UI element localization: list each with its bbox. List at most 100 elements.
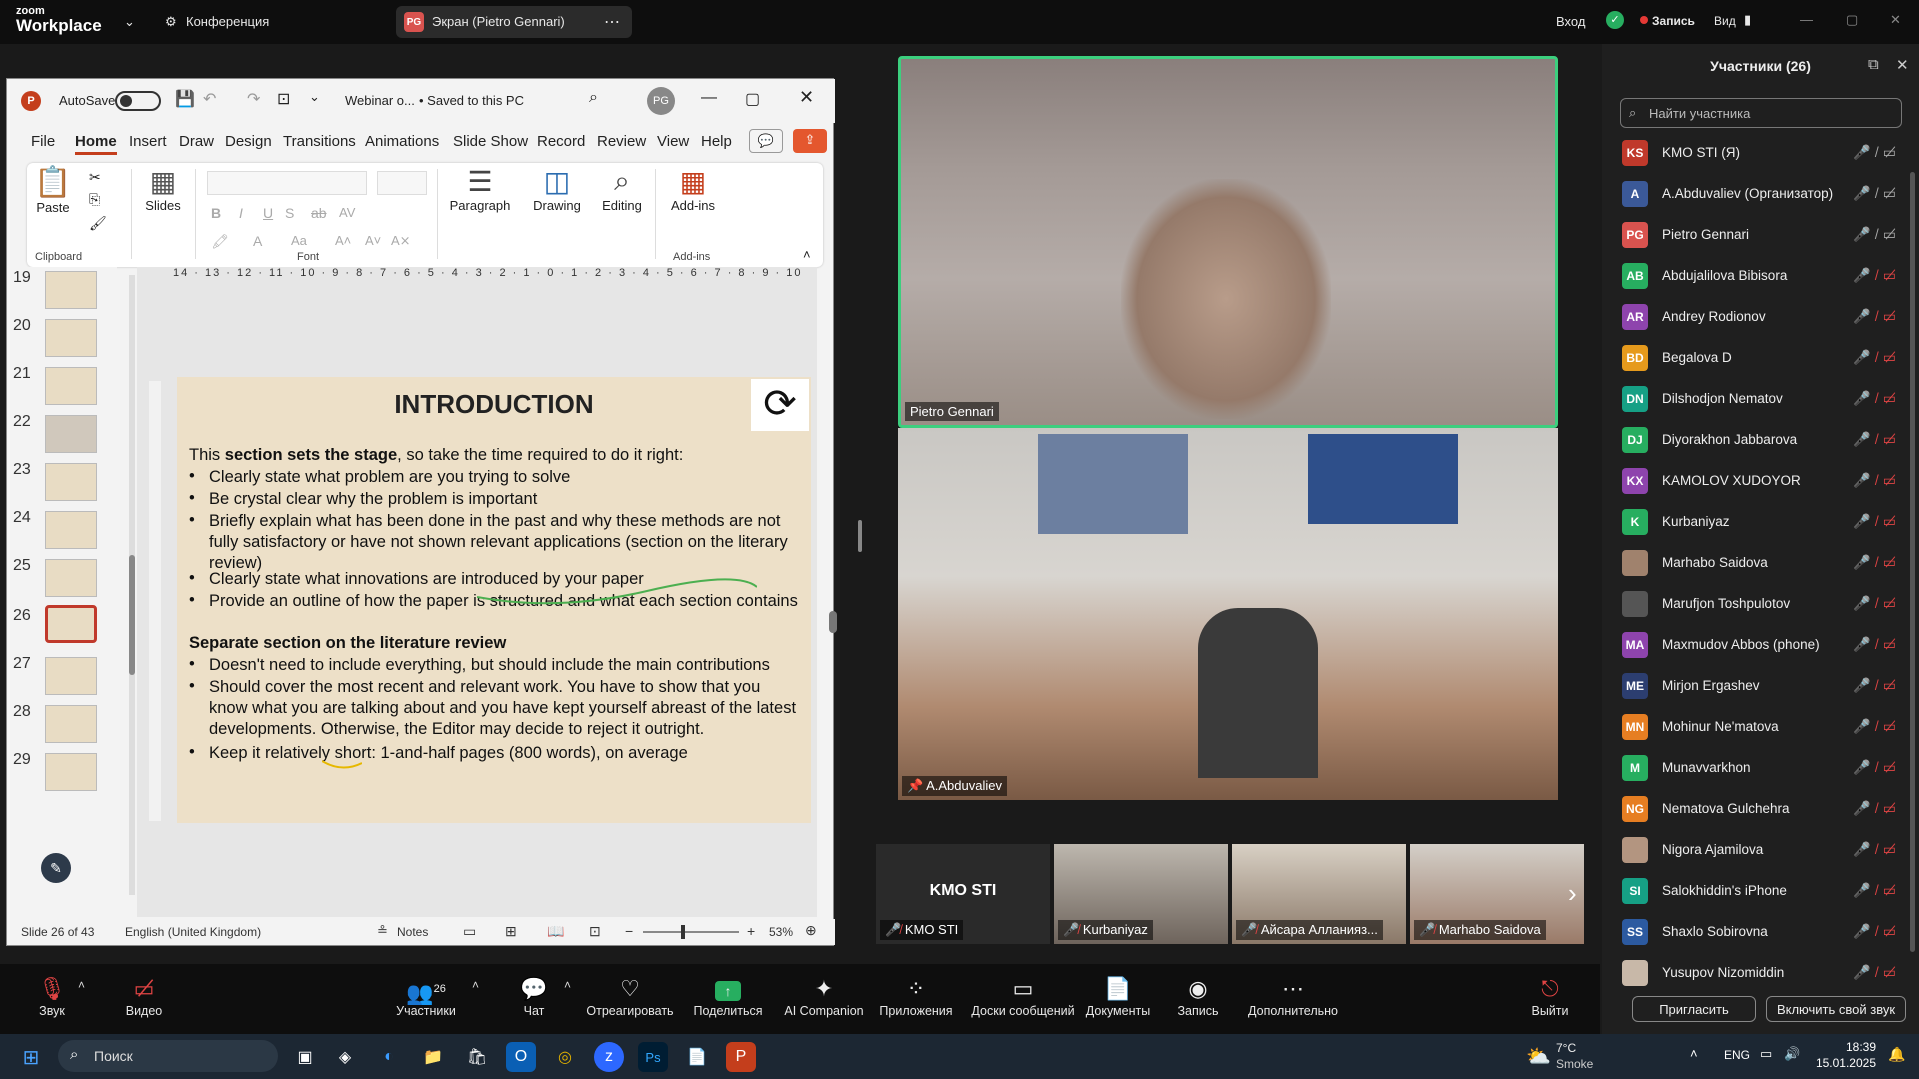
participant-status-icons[interactable]: 🎤̸▭̸ [1853, 226, 1902, 243]
minimize-icon[interactable]: — [1800, 12, 1813, 27]
taskbar-search[interactable]: ⌕ Поиск [58, 1040, 278, 1072]
share-screen-button[interactable]: ↑ Поделиться [678, 974, 778, 1018]
zoom-in-icon[interactable]: + [747, 923, 755, 939]
menu-help[interactable]: Help [701, 133, 732, 150]
display-icon[interactable]: ▭ [1760, 1046, 1772, 1062]
view-button[interactable]: Вид [1714, 14, 1736, 28]
participant-video[interactable]: 📌 A.Abduvaliev [898, 428, 1558, 800]
font-name-select[interactable] [207, 171, 367, 195]
participant-row[interactable]: Marufjon Toshpulotov 🎤̸▭̸ [1622, 583, 1912, 624]
share-icon[interactable]: ⇪ [793, 129, 827, 153]
participant-row[interactable]: DN Dilshodjon Nematov 🎤̸▭̸ [1622, 378, 1912, 419]
file-icon[interactable]: 📄 [682, 1042, 712, 1072]
weather-icon[interactable]: ⛅ [1526, 1044, 1551, 1069]
input-language[interactable]: ENG [1724, 1048, 1750, 1062]
slide-thumbnail[interactable] [45, 559, 97, 597]
participant-row[interactable]: A A.Abduvaliev (Организатор) 🎤̸▭̸ [1622, 173, 1912, 214]
shadow-icon[interactable]: S [285, 205, 294, 221]
italic-icon[interactable]: I [239, 205, 243, 221]
participant-status-icons[interactable]: 🎤̸▭̸ [1853, 841, 1902, 858]
participant-row[interactable]: M Munavvarkhon 🎤̸▭̸ [1622, 747, 1912, 788]
fit-slide-icon[interactable]: ⊕ [805, 922, 817, 939]
underline-icon[interactable]: U [263, 205, 273, 221]
menu-home[interactable]: Home [75, 133, 117, 155]
add-ins-button[interactable]: ▦ Add-ins [661, 165, 725, 213]
participant-status-icons[interactable]: 🎤̸▭̸ [1853, 964, 1902, 981]
participant-row[interactable]: MN Mohinur Ne'matova 🎤̸▭̸ [1622, 706, 1912, 747]
participant-status-icons[interactable]: 🎤̸▭̸ [1853, 349, 1902, 366]
video-button[interactable]: ▭̸ Видео [94, 974, 194, 1018]
record-button[interactable]: ◉ Запись [1148, 974, 1248, 1018]
participant-status-icons[interactable]: 🎤̸▭̸ [1853, 185, 1902, 202]
collapse-ribbon-icon[interactable]: ˄ [803, 247, 811, 262]
view-grid-icon[interactable]: ▮ [1744, 12, 1751, 28]
reading-view-icon[interactable]: 📖 [547, 923, 564, 940]
notes-icon[interactable]: ≗ [377, 923, 388, 939]
screen-share-pill[interactable]: PG Экран (Pietro Gennari) ⋯ [396, 6, 632, 38]
gallery-tile[interactable]: 🎤̸ Айсара Алланияз... [1232, 844, 1406, 944]
participant-search-input[interactable]: ⌕ Найти участника [1620, 98, 1902, 128]
zoom-app-icon[interactable]: z [594, 1042, 624, 1072]
ppt-minimize-icon[interactable]: — [701, 89, 717, 107]
participant-row[interactable]: K Kurbaniyaz 🎤̸▭̸ [1622, 501, 1912, 542]
more-button[interactable]: ⋯ Дополнительно [1240, 974, 1346, 1018]
edge-icon[interactable]: ◐ [374, 1042, 404, 1072]
photoshop-icon[interactable]: Ps [638, 1042, 668, 1072]
menu-design[interactable]: Design [225, 133, 272, 150]
paragraph-button[interactable]: ☰ Paragraph [445, 165, 515, 213]
login-button[interactable]: Вход [1556, 14, 1585, 29]
gallery-tile[interactable]: KMO STI 🎤̸ KMO STI [876, 844, 1050, 944]
char-spacing-icon[interactable]: AV [339, 205, 355, 220]
participant-row[interactable]: SI Salokhiddin's iPhone 🎤̸▭̸ [1622, 870, 1912, 911]
slides-button[interactable]: ▦ Slides [141, 165, 185, 213]
participant-row[interactable]: AR Andrey Rodionov 🎤̸▭̸ [1622, 296, 1912, 337]
file-explorer-icon[interactable]: 📁 [418, 1042, 448, 1072]
language-status[interactable]: English (United Kingdom) [125, 925, 261, 939]
participant-row[interactable]: PG Pietro Gennari 🎤̸▭̸ [1622, 214, 1912, 255]
slide-thumbnail[interactable] [45, 657, 97, 695]
menu-file[interactable]: File [31, 133, 55, 150]
ppt-maximize-icon[interactable]: ▢ [745, 89, 760, 109]
participant-status-icons[interactable]: 🎤̸▭̸ [1853, 677, 1902, 694]
close-icon[interactable]: ✕ [1890, 12, 1901, 28]
tray-chevron-icon[interactable]: ˄ [1690, 1046, 1698, 1061]
leave-button[interactable]: ⎋ Выйти [1500, 974, 1600, 1018]
participant-row[interactable]: NG Nematova Gulchehra 🎤̸▭̸ [1622, 788, 1912, 829]
react-button[interactable]: ♡ Отреагировать [580, 974, 680, 1018]
participant-row[interactable]: SS Shaxlo Sobirovna 🎤̸▭̸ [1622, 911, 1912, 952]
popout-icon[interactable]: ⧉ [1868, 56, 1879, 73]
maximize-icon[interactable]: ▢ [1846, 12, 1858, 28]
current-slide[interactable]: INTRODUCTION ⟳ This section sets the sta… [177, 377, 811, 823]
participant-status-icons[interactable]: 🎤̸▭̸ [1853, 636, 1902, 653]
participant-status-icons[interactable]: 🎤̸▭̸ [1853, 554, 1902, 571]
participant-row[interactable]: Marhabo Saidova 🎤̸▭̸ [1622, 542, 1912, 583]
clock-date[interactable]: 15.01.2025 [1810, 1056, 1876, 1070]
task-view-icon[interactable]: ▣ [290, 1042, 320, 1072]
outlook-icon[interactable]: O [506, 1042, 536, 1072]
conference-label[interactable]: Конференция [186, 14, 269, 29]
chat-chevron-icon[interactable]: ˄ [564, 978, 571, 992]
change-case-icon[interactable]: Aa [291, 233, 307, 248]
unmute-self-button[interactable]: Включить свой звук [1766, 996, 1906, 1022]
slide-thumbnail[interactable] [45, 463, 97, 501]
slide-thumbnail[interactable] [45, 705, 97, 743]
notes-button[interactable]: Notes [397, 925, 428, 939]
user-avatar[interactable]: PG [647, 87, 675, 115]
active-speaker-video[interactable]: Pietro Gennari [898, 56, 1558, 428]
customize-qat-icon[interactable]: ⌄ [309, 89, 320, 105]
menu-slideshow[interactable]: Slide Show [453, 133, 528, 150]
participant-row[interactable]: Nigora Ajamilova 🎤̸▭̸ [1622, 829, 1912, 870]
chevron-down-icon[interactable]: ⌄ [124, 14, 135, 30]
highlight-icon[interactable]: 🖍 [211, 233, 229, 250]
undo-icon[interactable]: ↶ [203, 89, 216, 109]
participant-status-icons[interactable]: 🎤̸▭̸ [1853, 267, 1902, 284]
participant-status-icons[interactable]: 🎤̸▭̸ [1853, 513, 1902, 530]
slide-thumbnail[interactable] [45, 367, 97, 405]
bold-icon[interactable]: B [211, 205, 221, 221]
record-indicator[interactable]: Запись [1652, 14, 1695, 28]
gallery-tile[interactable]: 🎤̸ Kurbaniyaz [1054, 844, 1228, 944]
editing-button[interactable]: ⌕ Editing [595, 165, 649, 213]
next-page-chevron-icon[interactable]: › [1568, 878, 1577, 909]
copilot-icon[interactable]: ◈ [330, 1042, 360, 1072]
participant-row[interactable]: MA Maxmudov Abbos (phone) 🎤̸▭̸ [1622, 624, 1912, 665]
